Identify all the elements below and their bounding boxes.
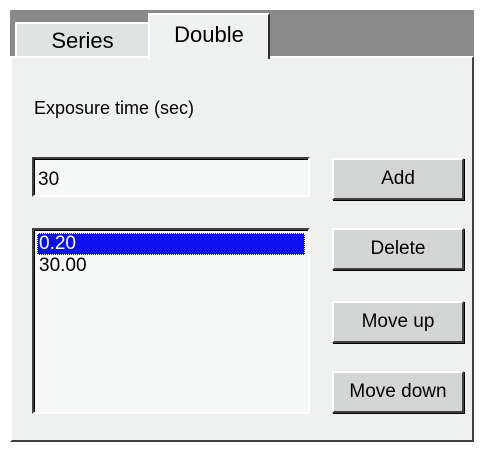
exposure-time-label: Exposure time (sec) [34,98,195,118]
move-up-button[interactable]: Move up [332,301,464,343]
list-item[interactable]: 0.20 [37,233,305,255]
add-button[interactable]: Add [332,158,464,200]
list-item[interactable]: 30.00 [37,255,305,277]
tab-series-label: Series [51,28,114,53]
exposure-list[interactable]: 0.20 30.00 [32,228,310,414]
exposure-settings-window: Series Double Exposure time (sec) Add 0.… [0,0,486,453]
exposure-time-input[interactable] [32,157,310,197]
delete-button[interactable]: Delete [332,228,464,270]
tab-double-label: Double [174,22,244,47]
tab-series[interactable]: Series [15,22,150,58]
tab-double[interactable]: Double [148,13,270,59]
move-down-button[interactable]: Move down [332,371,464,413]
